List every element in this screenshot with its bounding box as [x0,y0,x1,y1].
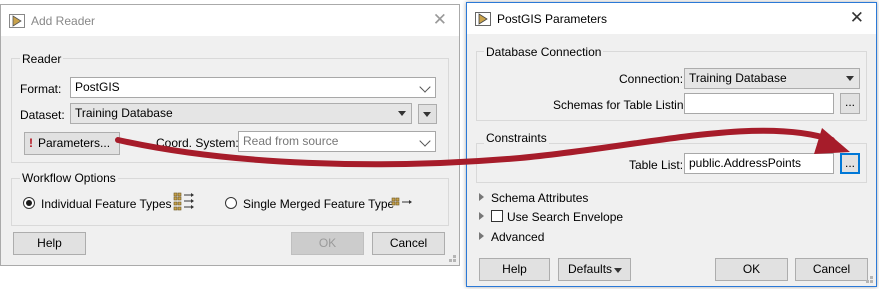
exclamation-icon: ! [29,136,33,150]
add-reader-titlebar: Add Reader ✕ [1,5,459,36]
dropdown-caret-icon [614,268,622,273]
chevron-down-icon [419,81,431,93]
expander-icon[interactable] [479,232,484,240]
ok-button[interactable]: OK [715,258,788,281]
resize-grip[interactable] [449,259,452,262]
postgis-parameters-dialog: PostGIS Parameters ✕ Database Connection… [466,2,877,287]
schemas-input[interactable] [684,93,834,114]
format-combobox[interactable]: PostGIS [70,77,436,98]
dataset-label: Dataset: [20,108,65,122]
format-value: PostGIS [75,80,120,94]
table-list-input[interactable]: public.AddressPoints [684,153,834,174]
close-icon[interactable]: ✕ [850,9,864,27]
feature-types-icon [173,192,194,211]
dropdown-caret-icon [846,76,854,81]
parameters-button-label: Parameters... [38,136,111,150]
resize-grip[interactable] [453,259,456,262]
constraints-label: Constraints [484,131,549,145]
resize-grip[interactable] [453,255,456,258]
format-label: Format: [20,82,62,96]
defaults-button-label: Defaults [568,262,613,276]
connection-value: Training Database [689,71,787,85]
connection-label: Connection: [619,72,684,86]
connection-combobox[interactable]: Training Database [684,68,860,89]
help-button[interactable]: Help [479,258,550,281]
dataset-value: Training Database [75,106,173,120]
add-reader-dialog: Add Reader ✕ Reader Format: PostGIS Data… [0,4,460,266]
single-merged-feature-type-radio[interactable] [225,197,237,209]
cancel-button[interactable]: Cancel [795,258,868,281]
parameters-button[interactable]: ! Parameters... [24,132,120,155]
dataset-menu-button[interactable] [418,104,437,124]
ok-button[interactable]: OK [291,232,364,255]
advanced-section[interactable]: Advanced [491,230,544,244]
fme-app-icon [475,12,491,26]
add-reader-title: Add Reader [31,14,96,28]
merged-type-icon [391,197,412,206]
coord-system-combobox[interactable]: Read from source [238,131,436,152]
fme-app-icon [9,14,25,28]
table-list-label: Table List: [629,158,684,172]
close-icon[interactable]: ✕ [433,11,447,29]
workflow-options-label: Workflow Options [20,171,118,185]
dropdown-caret-icon [423,112,431,117]
resize-grip[interactable] [870,276,873,279]
help-button[interactable]: Help [13,232,86,255]
reader-group-label: Reader [20,52,64,66]
database-connection-label: Database Connection [484,45,604,59]
coord-system-value: Read from source [243,134,339,148]
schemas-browse-button[interactable]: ... [840,93,860,114]
cancel-button[interactable]: Cancel [372,232,445,255]
single-merged-feature-type-label[interactable]: Single Merged Feature Type [243,197,394,211]
individual-feature-types-radio[interactable] [23,197,35,209]
dropdown-caret-icon [398,111,406,116]
schemas-label: Schemas for Table Listing: [553,98,694,112]
resize-grip[interactable] [866,280,869,283]
dataset-combobox[interactable]: Training Database [70,103,412,124]
resize-grip[interactable] [870,280,873,283]
individual-feature-types-label[interactable]: Individual Feature Types [41,197,172,211]
coord-system-label: Coord. System: [156,136,239,150]
expander-icon[interactable] [479,212,484,220]
schema-attributes-section[interactable]: Schema Attributes [491,191,588,205]
chevron-down-icon [419,135,431,147]
use-search-envelope-label[interactable]: Use Search Envelope [507,210,623,224]
table-list-browse-button[interactable]: ... [840,153,860,174]
postgis-title: PostGIS Parameters [497,12,608,26]
use-search-envelope-checkbox[interactable] [491,210,503,222]
expander-icon[interactable] [479,193,484,201]
postgis-titlebar: PostGIS Parameters ✕ [467,3,876,34]
defaults-button[interactable]: Defaults [558,258,631,281]
